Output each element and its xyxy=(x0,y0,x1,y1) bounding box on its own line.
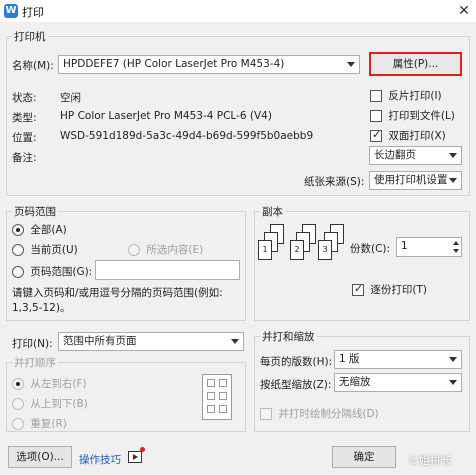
ok-button[interactable]: 确定 xyxy=(332,446,396,468)
copies-count-label: 份数(C): xyxy=(350,243,391,255)
checkbox-box-checked xyxy=(370,128,382,142)
scale-label: 按纸型缩放(Z): xyxy=(260,379,332,391)
order-repeat-radio[interactable]: 重复(R) xyxy=(12,416,67,431)
range-pages-label: 页码范围(G): xyxy=(30,266,93,278)
video-icon[interactable] xyxy=(128,451,142,463)
copies-count-value: 1 xyxy=(401,240,408,252)
duplex-label: 双面打印(X) xyxy=(388,130,446,142)
title-bar xyxy=(0,0,476,22)
order-left-to-right-label: 从左到右(F) xyxy=(30,378,87,390)
range-selection-radio[interactable]: 所选内容(E) xyxy=(128,242,203,257)
radio-dot xyxy=(12,244,24,256)
wps-app-icon: W xyxy=(4,4,18,18)
stepper-up-icon[interactable] xyxy=(453,241,459,245)
page-range-input[interactable] xyxy=(95,260,240,280)
chevron-down-icon xyxy=(449,178,457,183)
order-repeat-label: 重复(R) xyxy=(30,418,67,430)
flip-mode-value: 长边翻页 xyxy=(374,149,416,161)
properties-button-label: 属性(P)... xyxy=(392,58,439,70)
print-to-file-checkbox[interactable]: 打印到文件(L) xyxy=(370,108,455,123)
radio-dot xyxy=(12,398,24,410)
draw-lines-label: 并打时绘制分隔线(D) xyxy=(278,408,379,420)
reverse-print-checkbox[interactable]: 反片打印(I) xyxy=(370,88,442,103)
radio-dot xyxy=(12,266,24,278)
status-value: 空闲 xyxy=(60,92,81,104)
paper-source-label: 纸张来源(S): xyxy=(304,176,365,188)
new-badge-dot xyxy=(140,447,145,452)
ok-button-label: 确定 xyxy=(353,451,375,463)
type-value: HP Color LaserJet Pro M453-4 PCL-6 (V4) xyxy=(60,110,272,122)
print-what-value: 范围中所有页面 xyxy=(63,335,137,347)
page-thumb: 2 xyxy=(290,240,304,260)
paper-source-select[interactable]: 使用打印机设置 xyxy=(369,171,462,190)
draw-lines-checkbox[interactable]: 并打时绘制分隔线(D) xyxy=(260,406,379,421)
status-label: 状态: xyxy=(12,92,37,104)
collate-checkbox[interactable]: 逐份打印(T) xyxy=(352,282,427,297)
page-range-hint: 请键入页码和/或用逗号分隔的页码范围(例如: 1,3,5-12)。 xyxy=(12,287,223,314)
reverse-print-label: 反片打印(I) xyxy=(388,90,442,102)
chevron-down-icon xyxy=(449,357,457,362)
copies-group-label: 副本 xyxy=(260,204,285,219)
watermark: ©姐拼长 xyxy=(408,454,452,467)
per-sheet-value: 1 版 xyxy=(339,353,360,365)
print-what-label: 打印(N): xyxy=(12,338,53,350)
radio-dot xyxy=(128,244,140,256)
paper-source-value: 使用打印机设置 xyxy=(374,174,448,186)
range-all-radio[interactable]: 全部(A) xyxy=(12,222,67,237)
checkbox-box xyxy=(370,110,382,122)
page-thumb: 1 xyxy=(258,240,272,260)
checkbox-box xyxy=(260,408,272,420)
chevron-down-icon xyxy=(449,380,457,385)
range-current-radio[interactable]: 当前页(U) xyxy=(12,242,78,257)
options-button-label: 选项(O)... xyxy=(16,451,64,463)
copies-count-stepper[interactable]: 1 xyxy=(396,237,462,257)
order-preview-icon xyxy=(202,374,232,420)
order-top-to-bottom-radio[interactable]: 从上到下(B) xyxy=(12,396,88,411)
range-all-label: 全部(A) xyxy=(30,224,67,236)
collate-illustration: 1 2 3 xyxy=(258,224,344,286)
checkbox-box xyxy=(370,90,382,102)
print-what-select[interactable]: 范围中所有页面 xyxy=(58,332,244,351)
location-value: WSD-591d189d-5a3c-49d4-b69d-599f5b0aebb9 xyxy=(60,130,314,142)
scale-select[interactable]: 无缩放 xyxy=(334,373,462,392)
chevron-down-icon xyxy=(449,153,457,158)
tips-link[interactable]: 操作技巧 xyxy=(79,452,121,467)
printer-name-label: 名称(M): xyxy=(12,60,54,72)
type-label: 类型: xyxy=(12,112,37,124)
radio-dot xyxy=(12,378,24,390)
page-range-group-label: 页码范围 xyxy=(12,204,58,219)
range-pages-radio[interactable]: 页码范围(G): xyxy=(12,264,92,279)
order-left-to-right-radio[interactable]: 从左到右(F) xyxy=(12,376,87,391)
printer-name-select[interactable]: HPDDEFE7 (HP Color LaserJet Pro M453-4) xyxy=(58,55,360,74)
location-label: 位置: xyxy=(12,132,37,144)
collate-label: 逐份打印(T) xyxy=(370,284,427,296)
flip-mode-select[interactable]: 长边翻页 xyxy=(369,146,462,165)
page-thumb: 3 xyxy=(318,240,332,260)
order-top-to-bottom-label: 从上到下(B) xyxy=(30,398,88,410)
options-button[interactable]: 选项(O)... xyxy=(8,446,72,468)
chevron-down-icon xyxy=(231,339,239,344)
printer-group-label: 打印机 xyxy=(12,29,48,44)
properties-button[interactable]: 属性(P)... xyxy=(369,52,462,76)
print-to-file-label: 打印到文件(L) xyxy=(388,110,455,122)
stepper-down-icon[interactable] xyxy=(453,249,459,253)
range-current-label: 当前页(U) xyxy=(30,244,78,256)
per-sheet-label: 每页的版数(H): xyxy=(260,356,333,368)
per-sheet-select[interactable]: 1 版 xyxy=(334,350,462,369)
radio-dot xyxy=(12,418,24,430)
scale-value: 无缩放 xyxy=(339,376,371,388)
radio-dot xyxy=(12,224,24,236)
close-icon[interactable]: ✕ xyxy=(455,2,473,20)
printer-name-value: HPDDEFE7 (HP Color LaserJet Pro M453-4) xyxy=(63,58,285,70)
chevron-down-icon xyxy=(347,62,355,67)
zoom-group-label: 并打和缩放 xyxy=(260,329,317,344)
duplex-checkbox[interactable]: 双面打印(X) xyxy=(370,128,446,143)
checkbox-box-checked xyxy=(352,282,364,296)
range-selection-label: 所选内容(E) xyxy=(146,244,204,256)
comment-label: 备注: xyxy=(12,152,37,164)
print-order-group-label: 并打顺序 xyxy=(12,355,58,370)
window-title: 打印 xyxy=(22,6,44,19)
